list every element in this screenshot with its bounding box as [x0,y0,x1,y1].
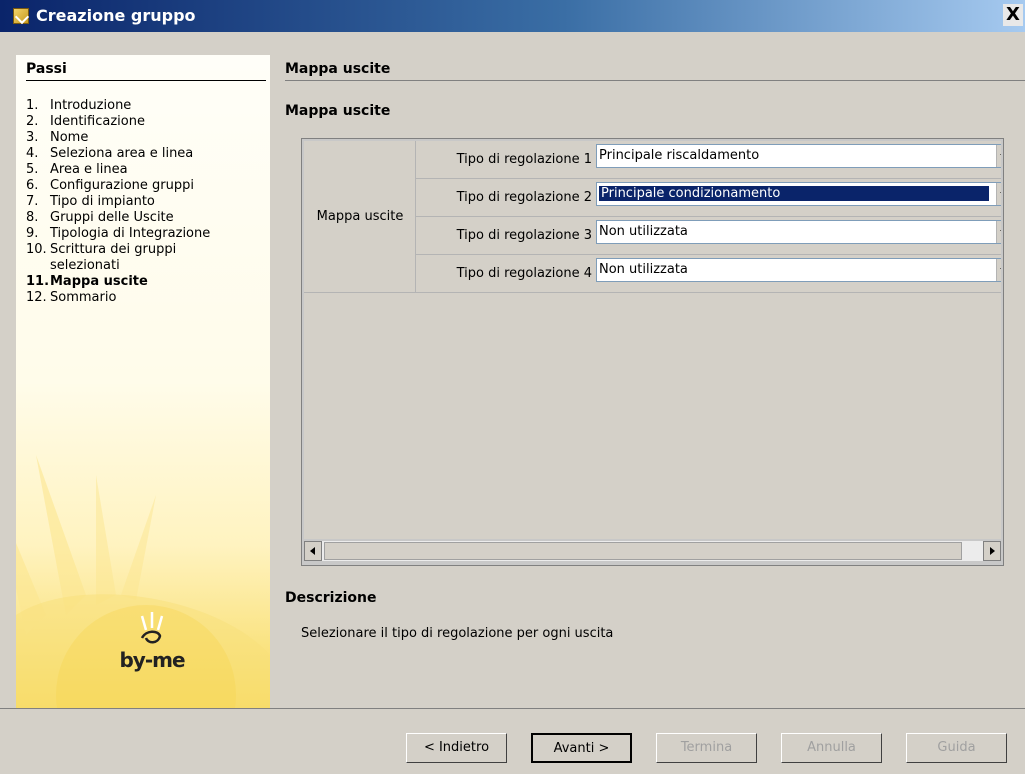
regulation-row: Tipo di regolazione 4 Non utilizzata [416,255,1001,293]
by-me-logo: by-me [112,610,212,680]
chevron-down-icon[interactable] [996,183,1001,205]
output-map-grid: Mappa uscite Tipo di regolazione 1 Princ… [301,138,1004,566]
finish-button[interactable]: Termina [656,733,757,763]
description-text: Selezionare il tipo di regolazione per o… [301,626,614,641]
steps-sidebar: Passi 1. Introduzione 2. Identificazione 3… [16,55,270,709]
chevron-down-icon[interactable] [996,145,1001,167]
row-label: Tipo di regolazione 3 [456,228,592,243]
title-bar: Creazione gruppo X [0,0,1025,32]
regulation-row: Tipo di regolazione 2 Principale condizi… [416,179,1001,217]
group-cell: Mappa uscite [304,141,416,293]
close-button[interactable]: X [1003,4,1023,26]
regulation-row: Tipo di regolazione 3 Non utilizzata [416,217,1001,255]
step-item: 6. Configurazione gruppi [26,178,194,193]
regulation-type-dropdown[interactable]: Principale condizionamento [596,182,1001,206]
chevron-down-icon[interactable] [996,221,1001,243]
group-label: Mappa uscite [316,209,404,224]
scroll-right-icon[interactable] [983,541,1001,561]
logo-text: by-me [119,648,185,672]
cancel-button[interactable]: Annulla [781,733,882,763]
step-item: 5. Area e linea [26,162,128,177]
dropdown-value: Non utilizzata [599,262,688,277]
logo-sun-icon [140,612,164,644]
step-item: 9. Tipologia di Integrazione [26,226,211,241]
regulation-type-dropdown[interactable]: Non utilizzata [596,258,1001,282]
step-item: 3. Nome [26,130,89,145]
row-label: Tipo di regolazione 1 [456,152,592,167]
step-item: 10. Scrittura dei gruppi [26,242,177,257]
step-item: 7. Tipo di impianto [26,194,155,209]
next-button[interactable]: Avanti > [531,733,632,763]
row-label: Tipo di regolazione 2 [456,190,592,205]
regulation-row: Tipo di regolazione 1 Principale riscald… [416,141,1001,179]
grid-content: Mappa uscite Tipo di regolazione 1 Princ… [304,141,1001,539]
step-item: 12. Sommario [26,290,117,305]
dropdown-value: Principale condizionamento [599,186,989,201]
page-title: Mappa uscite [285,61,1025,81]
app-icon [13,8,29,24]
step-item: selezionati [50,258,120,273]
scroll-thumb[interactable] [324,542,962,560]
description-heading: Descrizione [285,590,377,606]
scroll-left-icon[interactable] [304,541,322,561]
step-item: 1. Introduzione [26,98,132,113]
step-item: 2. Identificazione [26,114,145,129]
step-item: 4. Seleziona area e linea [26,146,194,161]
horizontal-scrollbar[interactable] [304,541,1001,561]
help-button[interactable]: Guida [906,733,1007,763]
steps-list: 1. Introduzione 2. Identificazione 3. Nome … [26,98,266,306]
row-label: Tipo di regolazione 4 [456,266,592,281]
steps-heading: Passi [26,61,266,81]
section-title: Mappa uscite [285,103,391,119]
step-item: 8. Gruppi delle Uscite [26,210,174,225]
dropdown-value: Non utilizzata [599,224,688,239]
back-button[interactable]: < Indietro [406,733,507,763]
footer-bar: < Indietro Avanti > Termina Annulla Guid… [0,708,1025,774]
chevron-down-icon[interactable] [996,259,1001,281]
window-title: Creazione gruppo [36,6,196,25]
dropdown-value: Principale riscaldamento [599,148,760,163]
regulation-type-dropdown[interactable]: Principale riscaldamento [596,144,1001,168]
step-item-current: 11. Mappa uscite [26,274,148,289]
regulation-type-dropdown[interactable]: Non utilizzata [596,220,1001,244]
